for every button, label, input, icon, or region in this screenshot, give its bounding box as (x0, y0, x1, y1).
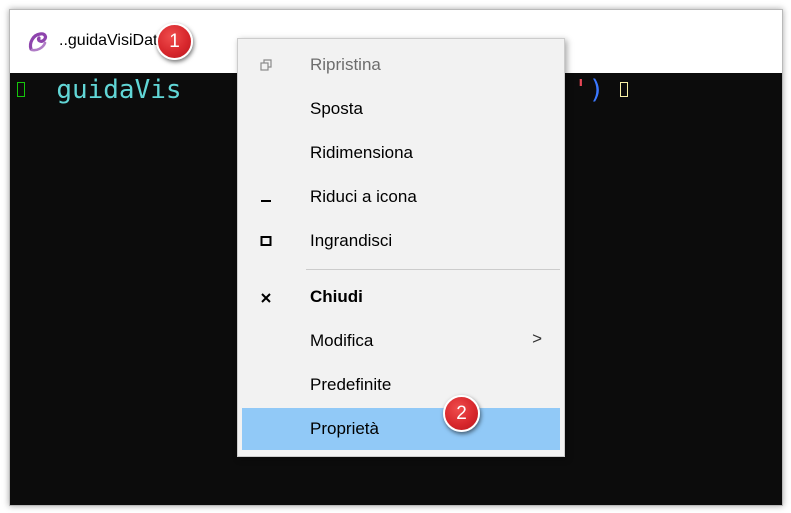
maximize-icon (254, 220, 278, 262)
app-icon[interactable] (27, 31, 49, 53)
console-line: guidaVis (17, 75, 182, 105)
system-context-menu: Ripristina Sposta Ridimensiona Riduci a … (237, 38, 565, 457)
console-line-tail: ') (573, 75, 628, 105)
menu-item-chiudi[interactable]: Chiudi (242, 276, 560, 318)
menu-item-riduci-a-icona[interactable]: Riduci a icona (242, 176, 560, 218)
menu-item-label: Proprietà (310, 419, 379, 438)
menu-item-sposta[interactable]: Sposta (242, 88, 560, 130)
step-callout-2: 2 (443, 395, 480, 432)
window-title: ..guidaVisiData (59, 32, 167, 49)
chevron-right-icon: > (532, 329, 542, 348)
minimize-icon (254, 176, 278, 218)
menu-item-label: Ripristina (310, 55, 381, 74)
menu-item-proprieta[interactable]: Proprietà (242, 408, 560, 450)
replacement-glyph-icon (619, 82, 628, 97)
console-paren: ) (588, 75, 605, 105)
menu-item-label: Chiudi (310, 287, 363, 306)
menu-item-label: Modifica (310, 331, 374, 350)
menu-item-ingrandisci[interactable]: Ingrandisci (242, 220, 560, 262)
menu-item-label: Sposta (310, 99, 363, 118)
close-icon (254, 276, 278, 318)
menu-item-label: Predefinite (310, 375, 392, 394)
menu-item-modifica[interactable]: Modifica > (242, 320, 560, 362)
console-quote: ' (573, 75, 589, 105)
restore-icon (254, 44, 278, 86)
console-text: guidaVis (56, 75, 182, 105)
menu-separator (306, 269, 560, 270)
menu-item-label: Riduci a icona (310, 187, 417, 206)
replacement-glyph-icon (17, 82, 25, 97)
step-callout-1: 1 (156, 23, 193, 60)
menu-item-label: Ingrandisci (310, 231, 393, 250)
menu-item-label: Ridimensiona (310, 143, 413, 162)
menu-item-ridimensiona[interactable]: Ridimensiona (242, 132, 560, 174)
menu-item-ripristina[interactable]: Ripristina (242, 44, 560, 86)
menu-item-predefinite[interactable]: Predefinite (242, 364, 560, 406)
